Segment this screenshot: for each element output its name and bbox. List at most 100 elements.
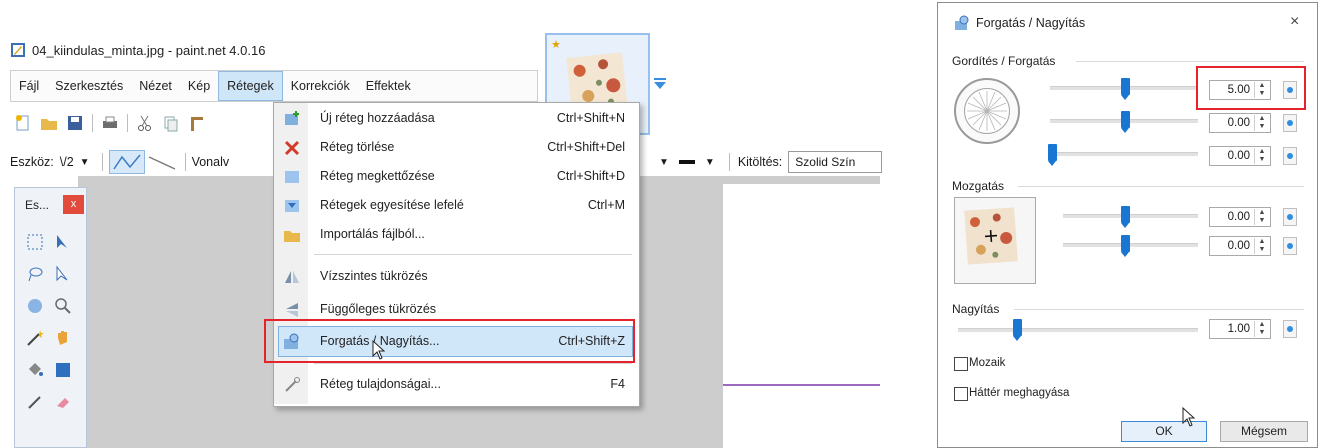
paintnet-window: 04_kiindulas_minta.jpg - paint.net 4.0.1… <box>0 0 883 448</box>
expand-arrow-icon[interactable] <box>653 78 667 90</box>
menu-item-shortcut: Ctrl+M <box>587 198 625 212</box>
wheel-spokes-icon <box>967 91 1007 131</box>
mouse-cursor-icon <box>1182 407 1196 427</box>
fill-mode-select[interactable]: Szolid Szín <box>788 151 883 173</box>
menu-item-add-layer[interactable]: Új réteg hozzáadása Ctrl+Shift+N <box>274 105 637 133</box>
menu-item-duplicate-layer[interactable]: Réteg megkettőzése Ctrl+Shift+D <box>274 163 637 191</box>
tool-label: Eszköz: <box>10 155 54 169</box>
tilt-slider-thumb[interactable] <box>1121 111 1130 133</box>
new-image-icon[interactable] <box>14 114 32 132</box>
slider-track <box>1063 214 1198 218</box>
save-icon[interactable] <box>66 114 84 132</box>
magic-wand-icon[interactable] <box>25 328 45 348</box>
pan-x-value-input[interactable]: 0.00 ▲ ▼ <box>1209 207 1271 227</box>
canvas-line <box>723 384 880 386</box>
toolbar-divider <box>101 153 103 171</box>
pan-y-value-input[interactable]: 0.00 ▲ ▼ <box>1209 236 1271 256</box>
group-divider <box>1018 186 1304 187</box>
move-selection-icon[interactable] <box>53 232 73 252</box>
tool-selector-value[interactable]: \/2 <box>60 155 74 169</box>
cut-icon[interactable] <box>136 114 154 132</box>
image-canvas[interactable] <box>723 184 880 448</box>
pan-x-slider-thumb[interactable] <box>1121 206 1130 228</box>
zoom-icon[interactable] <box>53 296 73 316</box>
menu-adjustments[interactable]: Korrekciók <box>283 71 358 101</box>
open-file-icon[interactable] <box>40 114 58 132</box>
menu-file[interactable]: Fájl <box>11 71 47 101</box>
menu-item-delete-layer[interactable]: Réteg törlése Ctrl+Shift+Del <box>274 134 637 162</box>
menu-edit[interactable]: Szerkesztés <box>47 71 131 101</box>
rectangle-select-icon[interactable] <box>25 232 45 252</box>
menu-item-label: Réteg törlése <box>320 140 395 154</box>
line-straight-icon[interactable] <box>145 151 179 173</box>
chevron-down-icon[interactable]: ▼ <box>80 157 90 168</box>
delete-layer-icon <box>284 140 300 156</box>
menu-item-label: Réteg megkettőzése <box>320 169 435 183</box>
roll-slider-thumb[interactable] <box>1048 144 1057 166</box>
eraser-icon[interactable] <box>53 392 73 412</box>
menu-effects[interactable]: Effektek <box>358 71 419 101</box>
menu-item-label: Réteg tulajdonságai... <box>320 377 441 391</box>
paint-bucket-icon[interactable] <box>25 360 45 380</box>
main-toolbar <box>14 110 206 136</box>
menu-item-layer-properties[interactable]: Réteg tulajdonságai... F4 <box>274 371 637 399</box>
flip-vertical-icon <box>286 303 298 317</box>
paintbrush-icon[interactable] <box>25 392 45 412</box>
angle-slider-thumb[interactable] <box>1121 78 1130 100</box>
paste-icon[interactable] <box>188 114 206 132</box>
slider-track <box>1050 152 1198 156</box>
mouse-cursor-icon <box>372 340 386 360</box>
reset-pan-x-button[interactable] <box>1283 208 1297 226</box>
spinner-arrows-icon[interactable]: ▲ ▼ <box>1254 238 1269 254</box>
toolbar-divider <box>728 153 730 171</box>
move-selected-icon[interactable] <box>53 264 73 284</box>
spinner-arrows-icon[interactable]: ▲ ▼ <box>1254 115 1269 131</box>
print-icon[interactable] <box>101 114 119 132</box>
tools-window: Es... x <box>14 187 87 448</box>
spinner-arrows-icon[interactable]: ▲ ▼ <box>1254 209 1269 225</box>
menu-item-flip-horizontal[interactable]: Vízszintes tükrözés <box>274 263 637 291</box>
lasso-icon[interactable] <box>25 264 45 284</box>
zoom-slider-thumb[interactable] <box>1013 319 1022 341</box>
reset-zoom-button[interactable] <box>1283 320 1297 338</box>
copy-icon[interactable] <box>162 114 180 132</box>
paintnet-app-icon <box>11 43 25 57</box>
menu-item-label: Függőleges tükrözés <box>320 302 437 316</box>
cancel-button[interactable]: Mégsem <box>1220 421 1308 442</box>
reset-roll-button[interactable] <box>1283 147 1297 165</box>
line-curve-icon[interactable] <box>108 150 145 174</box>
menu-view[interactable]: Nézet <box>131 71 180 101</box>
star-icon: ★ <box>551 39 561 51</box>
reset-tilt-button[interactable] <box>1283 114 1297 132</box>
rotate-zoom-icon <box>955 15 969 30</box>
tile-checkbox[interactable] <box>954 357 968 371</box>
chevron-down-icon[interactable]: ▼ <box>705 157 715 168</box>
menu-item-label: Importálás fájlból... <box>320 227 425 241</box>
gradient-icon[interactable] <box>53 360 73 380</box>
import-file-icon <box>284 231 300 242</box>
zoom-value-input[interactable]: 1.00 ▲ ▼ <box>1209 319 1271 339</box>
spinner-arrows-icon[interactable]: ▲ ▼ <box>1254 148 1269 164</box>
menu-image[interactable]: Kép <box>180 71 218 101</box>
pan-hand-icon[interactable] <box>53 328 73 348</box>
ellipse-select-icon[interactable] <box>25 296 45 316</box>
group-divider <box>1076 61 1304 62</box>
chevron-down-icon[interactable]: ▼ <box>659 157 669 168</box>
menu-item-import-from-file[interactable]: Importálás fájlból... <box>274 221 637 249</box>
toolbar-divider <box>127 114 128 132</box>
line-width-icon[interactable] <box>678 160 695 164</box>
menu-item-merge-layer-down[interactable]: Rétegek egyesítése lefelé Ctrl+M <box>274 192 637 220</box>
keep-background-checkbox[interactable] <box>954 387 968 401</box>
pan-y-slider-thumb[interactable] <box>1121 235 1130 257</box>
menu-layers[interactable]: Rétegek <box>218 71 283 101</box>
menu-item-label: Új réteg hozzáadása <box>320 111 435 125</box>
roll-value-input[interactable]: 0.00 ▲ ▼ <box>1209 146 1271 166</box>
tilt-value-input[interactable]: 0.00 ▲ ▼ <box>1209 113 1271 133</box>
menu-item-label: Rétegek egyesítése lefelé <box>320 198 464 212</box>
dialog-close-button[interactable]: × <box>1290 13 1299 31</box>
reset-pan-y-button[interactable] <box>1283 237 1297 255</box>
menu-item-label: Vízszintes tükrözés <box>320 269 428 283</box>
group-label-rotate: Gordítés / Forgatás <box>952 54 1060 68</box>
tools-window-close-button[interactable]: x <box>63 195 84 214</box>
spinner-arrows-icon[interactable]: ▲ ▼ <box>1254 321 1269 337</box>
